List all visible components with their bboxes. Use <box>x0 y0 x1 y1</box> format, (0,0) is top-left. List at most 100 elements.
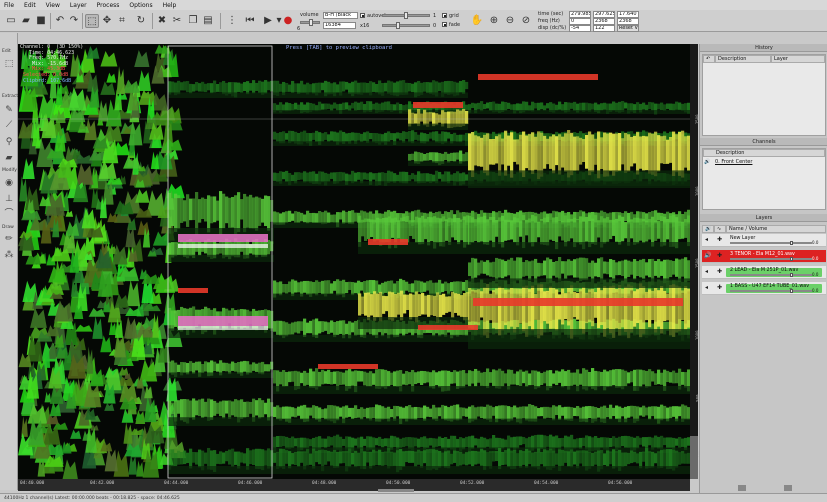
spectral-band <box>630 405 634 417</box>
x16-label: x16 <box>360 23 370 29</box>
contrast-knob[interactable] <box>396 22 400 29</box>
cut-icon[interactable]: ✂ <box>170 14 184 28</box>
window-select[interactable]: B-H (Black <box>323 12 358 19</box>
menu-options[interactable]: Options <box>129 2 152 9</box>
spectral-band <box>664 242 666 254</box>
new-file-icon[interactable]: ▭ <box>4 14 18 28</box>
eraser-icon[interactable]: ▰ <box>3 153 15 163</box>
spectral-band <box>309 213 313 223</box>
spectral-band <box>249 401 253 414</box>
spectral-band <box>279 320 283 336</box>
spectral-band <box>648 369 652 387</box>
spectral-band <box>315 181 317 186</box>
lasso-icon[interactable]: ⟋ <box>3 120 15 130</box>
time-length-field[interactable]: 17.640 <box>617 11 639 18</box>
spectral-band <box>348 210 352 224</box>
save-icon[interactable]: ■ <box>34 14 48 28</box>
spectrogram-canvas[interactable] <box>18 44 690 479</box>
spray-icon[interactable]: ⁂ <box>3 250 15 260</box>
spectral-band <box>492 131 496 140</box>
zoom-in-icon[interactable]: ⊕ <box>487 14 501 28</box>
spectral-band <box>281 418 283 425</box>
spectral-band <box>240 254 242 262</box>
smudge-icon[interactable]: ⌒ <box>3 209 15 219</box>
menu-view[interactable]: View <box>46 2 60 9</box>
spectral-band <box>539 418 541 425</box>
spectral-band <box>343 141 345 146</box>
volume-knob[interactable] <box>404 12 408 19</box>
select-icon[interactable]: ⬚ <box>3 59 15 69</box>
disp-to-field[interactable]: 122 <box>593 25 615 32</box>
clone-icon[interactable]: ⊥ <box>3 194 15 204</box>
zoom-out-icon[interactable]: ⊖ <box>503 14 517 28</box>
grid-checkbox[interactable] <box>442 13 447 18</box>
brush-icon[interactable]: ✎ <box>3 105 15 115</box>
spectral-band <box>654 406 658 420</box>
copy-icon[interactable]: ❐ <box>186 14 200 28</box>
spectral-band <box>447 386 449 394</box>
spectral-band <box>355 386 357 394</box>
spectral-band <box>618 436 622 449</box>
undo-icon[interactable]: ↶ <box>53 14 67 28</box>
hand-tool-icon[interactable]: ✋ <box>470 14 484 28</box>
spectral-band <box>287 110 289 114</box>
menu-file[interactable]: File <box>4 2 14 9</box>
spectral-band <box>317 181 319 186</box>
menu-edit[interactable]: Edit <box>24 2 36 9</box>
spectrogram-view[interactable]: Channel: 0 (3D 150%) Time: 04:46.623 Fre… <box>18 44 690 479</box>
spectral-band <box>351 222 353 228</box>
spectral-band <box>682 170 684 188</box>
menu-layer[interactable]: Layer <box>70 2 87 9</box>
spectral-band <box>608 278 610 288</box>
record-icon[interactable]: ● <box>281 14 295 28</box>
fade-checkbox[interactable] <box>442 22 447 27</box>
paste-icon[interactable]: ▤ <box>201 14 215 28</box>
loop-icon[interactable]: ↻ <box>134 14 148 28</box>
spectral-band <box>475 386 477 394</box>
autovol-checkbox[interactable] <box>360 13 365 18</box>
time-to-field[interactable]: 297.625 <box>593 11 615 18</box>
spectral-band <box>504 405 508 420</box>
fft-size-select[interactable]: 16384 <box>323 22 356 29</box>
rect-select-icon[interactable]: ⬚ <box>85 14 99 28</box>
brush-size-knob[interactable] <box>309 19 313 26</box>
spectral-band <box>393 436 397 448</box>
zoom-fit-icon[interactable]: ⊘ <box>519 14 533 28</box>
spectral-band <box>540 434 544 449</box>
freq-length-field[interactable]: 2368 <box>617 18 639 25</box>
spectral-band <box>660 372 664 385</box>
spectral-band <box>634 329 636 349</box>
disp-from-field[interactable]: -54 <box>569 25 591 32</box>
rewind-icon[interactable]: ⏮ <box>243 14 257 28</box>
spectral-band <box>243 193 247 233</box>
spectral-band <box>365 334 367 342</box>
spectral-band <box>680 242 682 254</box>
crop-icon[interactable]: ⌗ <box>115 14 129 28</box>
spectral-band <box>516 278 518 288</box>
spectral-band <box>339 386 341 394</box>
spectral-band <box>327 436 331 447</box>
spectral-band <box>354 282 358 294</box>
spectral-band <box>419 141 421 146</box>
open-folder-icon[interactable]: ▰ <box>19 14 33 28</box>
move-icon[interactable]: ✥ <box>100 14 114 28</box>
delete-icon[interactable]: ✖ <box>155 14 169 28</box>
spectral-band <box>343 334 345 342</box>
redo-icon[interactable]: ↷ <box>67 14 81 28</box>
menu-process[interactable]: Process <box>97 2 120 9</box>
wand-icon[interactable]: ⚲ <box>3 137 15 147</box>
pen-icon[interactable]: ✏ <box>3 234 15 244</box>
spectral-band <box>377 141 379 146</box>
spectral-band <box>564 215 568 247</box>
cursor-icon[interactable]: ⋮ <box>225 14 239 28</box>
spectral-band <box>333 281 337 291</box>
contrast-slider[interactable] <box>382 24 430 27</box>
time-from-field[interactable]: 279.985 <box>569 11 591 18</box>
spectral-band <box>438 436 442 447</box>
circle-icon[interactable]: ◉ <box>3 178 15 188</box>
freq-from-field[interactable]: 0 <box>569 18 591 25</box>
spectral-band <box>311 334 313 342</box>
menu-help[interactable]: Help <box>163 2 177 9</box>
reset-view-button[interactable]: Reset View <box>617 25 639 32</box>
freq-to-field[interactable]: 2368 <box>593 18 615 25</box>
